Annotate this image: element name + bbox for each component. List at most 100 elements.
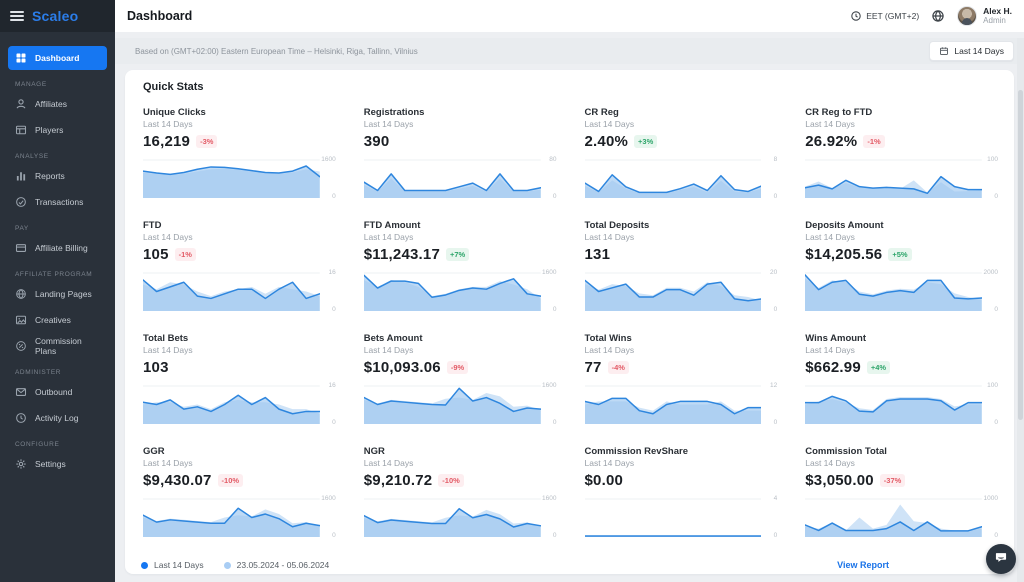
stat-card-value: $3,050.00 (805, 471, 874, 489)
sparkline-plot[interactable] (805, 384, 982, 424)
change-badge: +4% (866, 360, 891, 374)
legend-dot-previous (223, 561, 231, 569)
sparkline-plot[interactable] (363, 497, 541, 537)
legend-dot-current (141, 561, 148, 569)
sparkline-plot[interactable] (143, 384, 320, 424)
stat-card-cr-reg: CR Reg Last 14 Days 2.40% +3% 8 0 (584, 107, 777, 200)
sparkline-plot[interactable] (363, 158, 541, 198)
sidebar-item-label: Landing Pages (35, 289, 92, 299)
stats-grid: Unique Clicks Last 14 Days 16,219 -3% 1600 0 R… (143, 107, 998, 539)
menu-icon[interactable] (10, 11, 24, 21)
sidebar-item-reports[interactable]: Reports (8, 164, 107, 188)
timezone-selector[interactable]: EET (GMT+2) (850, 10, 919, 22)
scrollbar[interactable] (1017, 38, 1024, 582)
sidebar-item-dashboard[interactable]: Dashboard (8, 46, 107, 70)
stat-card-wins-amount: Wins Amount Last 14 Days $662.99 +4% 100 0 (805, 333, 998, 426)
sparkline-plot[interactable] (143, 497, 320, 537)
axis-max-label: 1600 (542, 495, 557, 502)
sparkline-chart: 80 (584, 156, 777, 200)
stat-card-value-row: 390 (364, 132, 557, 150)
axis-max-label: 100 (987, 156, 998, 163)
sparkline-plot[interactable] (805, 497, 982, 537)
sidebar-item-outbound[interactable]: Outbound (8, 380, 107, 404)
sidebar-item-settings[interactable]: Settings (8, 452, 107, 476)
sidebar-item-commission-plans[interactable]: Commission Plans (8, 334, 107, 358)
stat-card-value: $10,093.06 (363, 358, 441, 376)
sidebar-item-affiliates[interactable]: Affiliates (8, 92, 107, 116)
sparkline-plot[interactable] (363, 384, 541, 424)
stat-card-period: Last 14 Days (584, 458, 635, 468)
stat-card-period: Last 14 Days (363, 458, 414, 468)
globe-icon (15, 288, 27, 300)
stat-card-title: Total Bets (143, 333, 189, 344)
sidebar-item-label: Creatives (35, 315, 71, 325)
chart-axis: 1600 0 (541, 269, 556, 313)
percent-circle-icon (15, 340, 27, 352)
stat-card-value: 105 (143, 245, 169, 263)
stat-card-period: Last 14 Days (584, 119, 635, 129)
axis-max-label: 1600 (321, 495, 336, 502)
stat-card-title: FTD Amount (363, 220, 421, 231)
axis-zero-label: 0 (773, 306, 778, 313)
sparkline-plot[interactable] (584, 384, 762, 424)
scrollbar-thumb[interactable] (1018, 90, 1023, 420)
stat-card-value: 16,219 (143, 132, 191, 150)
sidebar-item-players[interactable]: Players (8, 118, 107, 142)
sparkline-plot[interactable] (805, 271, 982, 311)
change-badge: +5% (888, 247, 912, 261)
stat-card-title: NGR (363, 446, 385, 457)
sparkline-plot[interactable] (143, 158, 320, 198)
language-button[interactable] (931, 9, 945, 23)
sidebar-item-affiliate-billing[interactable]: Affiliate Billing (8, 236, 107, 260)
stat-card-value-row: 103 (143, 358, 336, 376)
players-icon (15, 124, 27, 136)
sparkline-chart: 1600 0 (363, 495, 557, 539)
stat-card-value: $9,210.72 (363, 471, 433, 489)
stat-card-title: CR Reg (584, 107, 619, 118)
stat-card-value-row: $9,430.07 -10% (143, 471, 336, 489)
sparkline-plot[interactable] (805, 158, 982, 198)
stat-card-period: Last 14 Days (584, 232, 635, 242)
axis-max-label: 1600 (321, 156, 336, 163)
axis-max-label: 80 (549, 156, 557, 163)
sparkline-plot[interactable] (143, 271, 320, 311)
date-range-button[interactable]: Last 14 Days (929, 41, 1014, 61)
sidebar-item-activity-log[interactable]: Activity Log (8, 406, 107, 430)
sidebar-item-landing-pages[interactable]: Landing Pages (8, 282, 107, 306)
quick-stats-panel: Quick Stats Unique Clicks Last 14 Days 16,… (125, 70, 1014, 574)
user-menu[interactable]: Alex H. Admin (957, 6, 1012, 26)
sparkline-plot[interactable] (584, 271, 762, 311)
sidebar-item-creatives[interactable]: Creatives (8, 308, 107, 332)
stat-card-value: 103 (143, 358, 169, 376)
legend-previous-period[interactable]: 23.05.2024 - 05.06.2024 (223, 560, 329, 570)
sparkline-plot[interactable] (584, 158, 762, 198)
stat-card-value: 390 (363, 132, 390, 150)
chat-button[interactable] (986, 544, 1016, 574)
stat-card-value-row: $9,210.72 -10% (364, 471, 557, 489)
app-logo[interactable]: Scaleo (32, 8, 78, 24)
credit-card-icon (15, 242, 27, 254)
sidebar-item-label: Affiliates (35, 99, 67, 109)
change-badge: -10% (217, 473, 244, 487)
sparkline-plot[interactable] (363, 271, 541, 311)
chart-axis: 40 (761, 495, 778, 539)
nav-section-label: MANAGE (15, 81, 47, 88)
stat-card-ftd: FTD Last 14 Days 105 -1% 16 0 (143, 220, 336, 313)
sidebar-item-label: Transactions (35, 197, 84, 207)
axis-zero-label: 0 (994, 193, 998, 200)
axis-max-label: 16 (328, 269, 336, 276)
legend-current-period[interactable]: Last 14 Days (141, 560, 204, 570)
stat-card-value: 2.40% (584, 132, 629, 150)
change-badge: -10% (438, 473, 464, 487)
change-badge: -9% (446, 360, 469, 374)
mail-icon (15, 386, 27, 398)
sparkline-plot[interactable] (584, 497, 762, 537)
stat-card-commission-total: Commission Total Last 14 Days $3,050.00 -37… (805, 446, 998, 539)
axis-max-label: 20 (770, 269, 778, 276)
axis-max-label: 1000 (983, 495, 998, 502)
timezone-label: EET (GMT+2) (866, 11, 920, 21)
sidebar-item-transactions[interactable]: Transactions (8, 190, 107, 214)
view-report-link[interactable]: View Report (837, 560, 889, 570)
sidebar: Scaleo Dashboard MANAGE Affiliates Players A… (0, 0, 115, 582)
stat-card-deposits-amount: Deposits Amount Last 14 Days $14,205.56 +5%… (805, 220, 998, 313)
